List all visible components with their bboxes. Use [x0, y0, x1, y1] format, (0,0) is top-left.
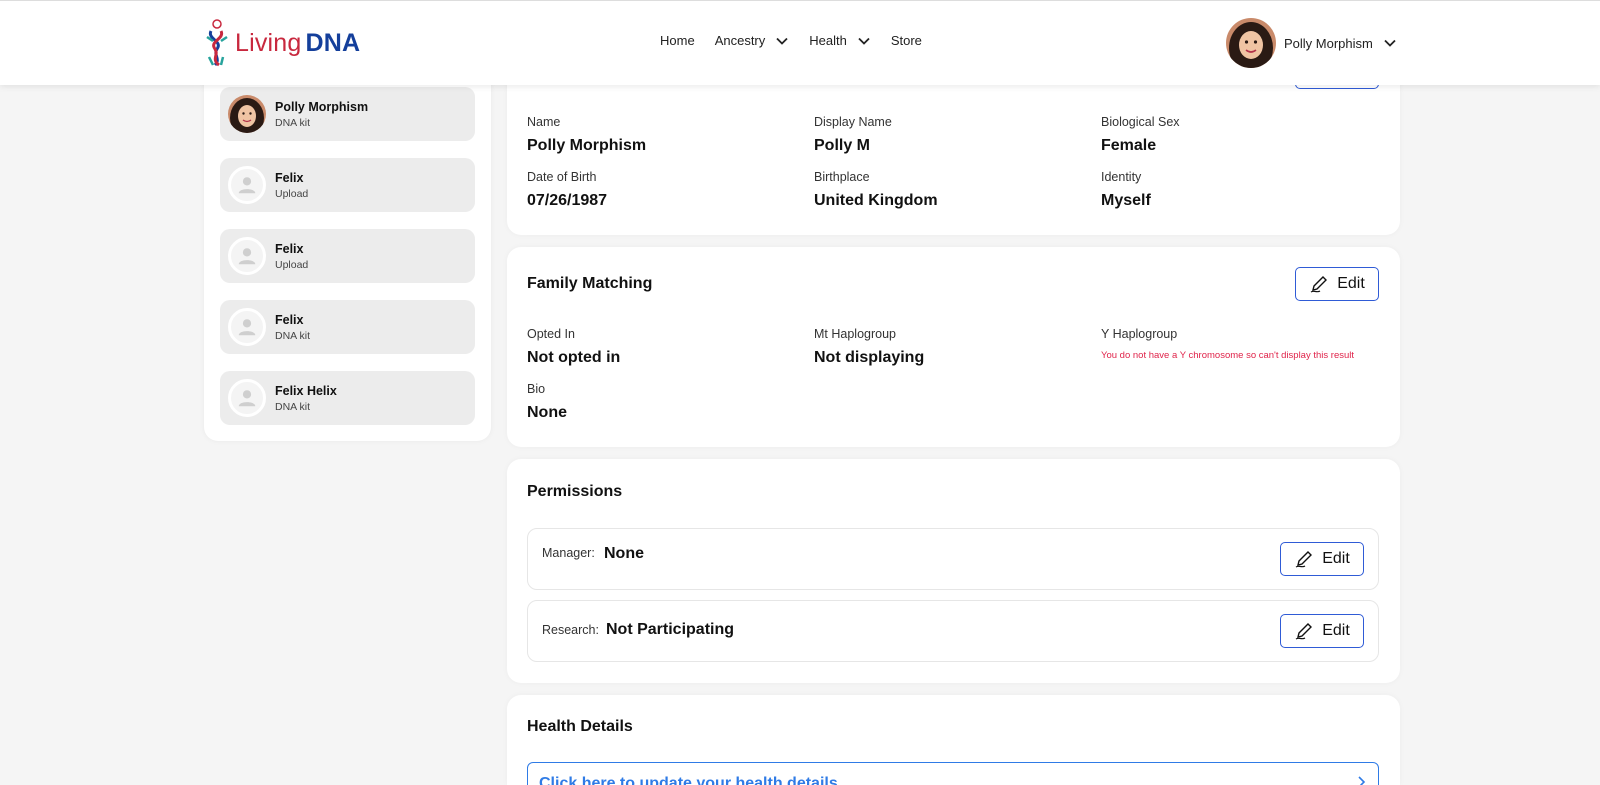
nav-health[interactable]: Health [809, 33, 871, 48]
field-identity: Identity Myself [1101, 170, 1151, 209]
kit-name: Felix [275, 170, 304, 185]
kit-sidebar: Polly Morphism DNA kit Felix Upload Feli… [204, 60, 491, 441]
field-mt-haplogroup: Mt Haplogroup Not displaying [814, 327, 925, 366]
field-date-of-birth: Date of Birth 07/26/1987 [527, 170, 608, 209]
family-matching-card: Family Matching Edit Opted In Not opted … [507, 247, 1400, 447]
pen-icon [1310, 276, 1328, 293]
user-placeholder-icon [228, 237, 266, 275]
living-dna-logo[interactable]: Living DNA [203, 19, 360, 67]
nav-ancestry[interactable]: Ancestry [715, 33, 790, 48]
field-y-haplogroup: Y Haplogroup You do not have a Y chromos… [1101, 327, 1355, 361]
field-bio: Bio None [527, 382, 567, 421]
pen-icon [1295, 551, 1313, 568]
dna-figure-logo-icon [206, 19, 228, 67]
y-haplogroup-warning: You do not have a Y chromosome so can't … [1101, 350, 1355, 361]
chevron-down-icon [1384, 39, 1396, 47]
permissions-title: Permissions [527, 483, 623, 500]
update-health-details-link[interactable]: Click here to update your health details [527, 762, 1379, 785]
chevron-right-icon [1358, 776, 1366, 785]
health-details-card: Health Details Click here to update your… [507, 695, 1400, 785]
kit-item[interactable]: Felix Upload [220, 158, 475, 212]
field-opted-in: Opted In Not opted in [527, 327, 621, 366]
logo-text-dna: DNA [305, 28, 361, 57]
user-menu[interactable]: Polly Morphism [1226, 18, 1397, 68]
user-name: Polly Morphism [1284, 35, 1373, 51]
kit-name: Felix [275, 312, 304, 327]
top-header: Living DNA Home Ancestry Health Store Pol… [0, 0, 1600, 85]
chevron-down-icon [858, 37, 870, 45]
health-details-title: Health Details [527, 718, 633, 735]
kit-item[interactable]: Felix Upload [220, 229, 475, 283]
user-placeholder-icon [228, 308, 266, 346]
kit-name: Felix Helix [275, 383, 337, 398]
family-edit-button[interactable]: Edit [1295, 267, 1379, 301]
kit-type: DNA kit [275, 116, 311, 129]
research-edit-button[interactable]: Edit [1280, 614, 1364, 648]
field-name: Name Polly Morphism [527, 115, 647, 154]
field-birthplace: Birthplace United Kingdom [814, 170, 938, 209]
pen-icon [1295, 623, 1313, 640]
kit-type: Upload [275, 258, 309, 271]
research-label: Research: [542, 623, 599, 637]
user-placeholder-icon [228, 379, 266, 417]
nav-store[interactable]: Store [891, 33, 922, 48]
research-value: Not Participating [606, 621, 735, 638]
nav-home[interactable]: Home [660, 33, 695, 48]
kit-name: Polly Morphism [275, 99, 369, 114]
kit-type: Upload [275, 187, 309, 200]
manager-label: Manager: [542, 546, 595, 560]
field-biological-sex: Biological Sex Female [1101, 115, 1180, 154]
avatar [1226, 18, 1276, 68]
manager-value: None [604, 545, 644, 562]
profile-details-card: Name Polly Morphism Display Name Polly M… [507, 60, 1400, 235]
kit-type: DNA kit [275, 400, 311, 413]
kit-name: Felix [275, 241, 304, 256]
permissions-card: Permissions Manager: None Edit Research:… [507, 459, 1400, 683]
user-placeholder-icon [228, 166, 266, 204]
logo-text-living: Living [235, 28, 302, 57]
kit-item[interactable]: Felix Helix DNA kit [220, 371, 475, 425]
field-display-name: Display Name Polly M [814, 115, 892, 154]
permission-row-manager: Manager: None Edit [527, 528, 1379, 590]
manager-edit-button[interactable]: Edit [1280, 542, 1364, 576]
kit-item[interactable]: Felix DNA kit [220, 300, 475, 354]
kit-item[interactable]: Polly Morphism DNA kit [220, 87, 475, 141]
chevron-down-icon [776, 37, 788, 45]
main-nav: Home Ancestry Health Store [660, 33, 942, 48]
avatar [228, 95, 266, 133]
family-matching-title: Family Matching [527, 275, 653, 292]
kit-type: DNA kit [275, 329, 311, 342]
permission-row-research: Research: Not Participating Edit [527, 600, 1379, 662]
